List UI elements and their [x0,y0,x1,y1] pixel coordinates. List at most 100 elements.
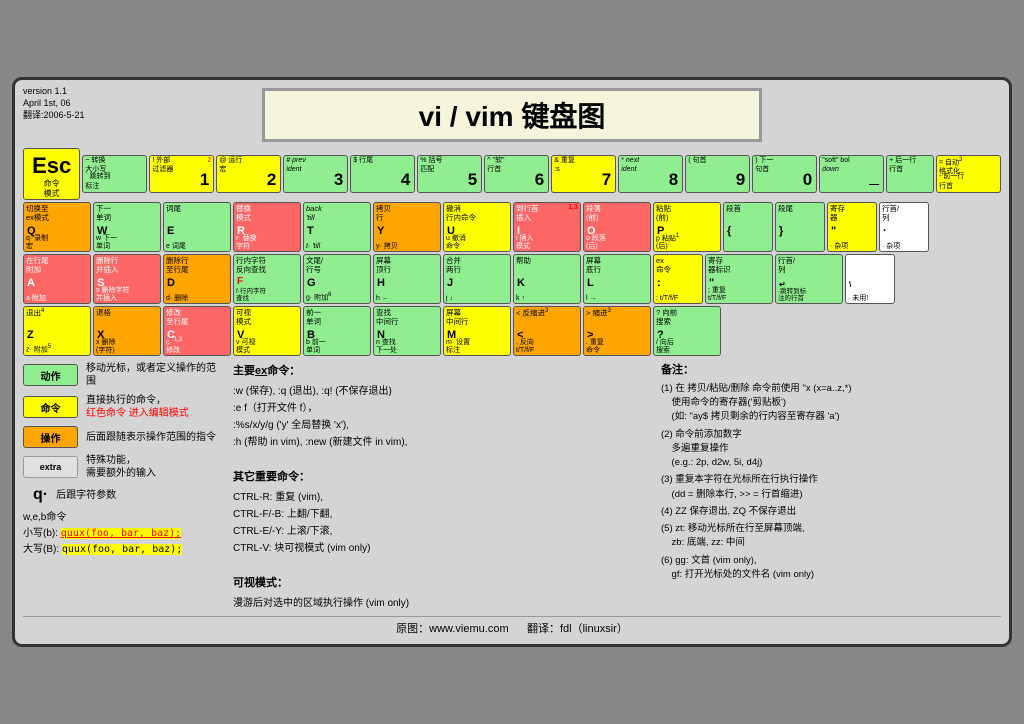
lparen-key[interactable]: ( 句首 9 [685,155,750,193]
colon-key[interactable]: ex命令 : ; t/T/f/F [653,254,703,304]
note-2: (2) 命令前添加数字 多遍重复操作 (e.g.: 2p, d2w, 5i, d… [661,428,1001,471]
web-big-b: 大写(B): quux(foo, bar, baz); [23,542,223,558]
footer-translation: 翻译：fdl（linuxsir） [527,623,628,635]
legend-cmd: 命令 直接执行的命令， 红色命令 进入编辑模式 [23,394,223,420]
y-key[interactable]: 拷贝行 Y y· 拷贝 [373,202,441,252]
h-key[interactable]: 屏幕顶行 H h ← [373,254,441,304]
esc-key[interactable]: Esc 命令模式 [23,148,80,200]
legend-action-box: 动作 [23,364,78,386]
title-box: vi / vim 键盘图 [262,88,762,142]
plus-key[interactable]: + 后一行行首 [886,155,934,193]
legend-extra-text: 特殊功能， 需要额外的输入 [86,454,156,480]
legend-extra-box: extra [23,456,78,478]
version-info: version 1.1 April 1st, 06 翻译:2006-5-21 [23,86,85,121]
info-section: 动作 移动光标，或者定义操作的范围 命令 直接执行的命令， 红色命令 进入编辑模… [23,362,1001,611]
a-key[interactable]: 在行尾附加 A a 附加 [23,254,91,304]
big-b-label: 大写(B): [23,544,59,555]
n-key[interactable]: 查找中间行 N n 查找下一处 [373,306,441,356]
legend-op-box: 操作 [23,426,78,448]
star-key[interactable]: * nextident 8 [618,155,683,193]
legend-cmd-text: 直接执行的命令， 红色命令 进入编辑模式 [86,394,189,420]
qwerty-row: 切换至ex模式 Q q· 录制宏 下一单词 W w 下一单词 词尾 E e 词尾… [23,202,1001,252]
pipe-key[interactable]: 寄存器 " · 杂项 [827,202,877,252]
title-area: vi / vim 键盘图 [23,88,1001,142]
legend-action: 动作 移动光标，或者定义操作的范围 [23,362,223,388]
o-key[interactable]: 段落(前) O o 段落(后) [583,202,651,252]
footer-original: 原图：www.viemu.com [396,623,508,635]
version-text: version 1.1 [23,86,85,98]
other-line1: CTRL-R: 重复 (vim), [233,489,651,506]
legend-q: q· 后跟字符参数 [23,486,223,504]
question-key[interactable]: ? 向前搜索 ? / 向后搜索 [653,306,721,356]
e-key[interactable]: 词尾 E e 词尾 [163,202,231,252]
z-upper-key[interactable]: 退出4 Z z· 附加5 [23,306,91,356]
note-4: (4) ZZ 保存退出, ZQ 不保存退出 [661,505,1001,519]
number-row: Esc 命令模式 ~ 转换大小写 ` 跳转到标注 ! 外部过滤器 1 2 @ 运… [23,148,1001,200]
main-container: version 1.1 April 1st, 06 翻译:2006-5-21 v… [12,77,1012,646]
other-line2: CTRL-F/-B: 上翻/下翻, [233,506,651,523]
note-3: (3) 重复本字符在光标所在行执行操作 (dd = 删除本行, >> = 行首缩… [661,473,1001,502]
backslash-key[interactable]: 行首/列 · · 杂项 [879,202,929,252]
d-key[interactable]: 删除行至行尾 D d· 删除 [163,254,231,304]
f-key[interactable]: 行内字符反向查找 F f·行内字符查找 [233,254,301,304]
legend-action-text: 移动光标，或者定义操作的范围 [86,362,223,388]
notes-area: 备注： (1) 在 拷贝/粘贴/删除 命令前使用 "x (x=a..z,*) 使… [661,362,1001,611]
m-key[interactable]: 屏幕中间行 M m· 设置标注 [443,306,511,356]
legend-area: 动作 移动光标，或者定义操作的范围 命令 直接执行的命令， 红色命令 进入编辑模… [23,362,223,611]
web-cmd-intro: w,e,b命令 [23,510,223,526]
q-key[interactable]: 切换至ex模式 Q q· 录制宏 [23,202,91,252]
lt-key[interactable]: < 反缩进3 < , 反向t/T/f/F [513,306,581,356]
footer: 原图：www.viemu.com 翻译：fdl（linuxsir） [23,616,1001,636]
asdf-row: 在行尾附加 A a 附加 删除行并插入 S s 删除字符并插入 删除行至行尾 D… [23,254,1001,304]
v-key[interactable]: 可视模式 V v 可视模式 [233,306,301,356]
c-key[interactable]: 修改至行尾 C c· 1,3修改 [163,306,231,356]
keyboard-area: Esc 命令模式 ~ 转换大小写 ` 跳转到标注 ! 外部过滤器 1 2 @ 运… [23,148,1001,356]
note-1: (1) 在 拷贝/粘贴/删除 命令前使用 "x (x=a..z,*) 使用命令的… [661,382,1001,425]
at-key[interactable]: @ 运行宏 2 [216,155,281,193]
quote-key[interactable]: 寄存器标识 " ; 重复t/T/f/F [705,254,773,304]
other-cmd-title: 其它重要命令： [233,468,651,487]
g-key[interactable]: 文尾/行号 G g· 附加6 [303,254,371,304]
cmd-line2: :e f（打开文件 f）， [233,400,651,417]
legend-extra: extra 特殊功能， 需要额外的输入 [23,454,223,480]
amp-key[interactable]: & 重复:s 7 [551,155,616,193]
legend-op-text: 后面跟随表示操作范围的指令 [86,431,216,444]
underscore-key[interactable]: "soft" boldown — [819,155,884,193]
web-cmd-area: w,e,b命令 小写(b): quux(foo, bar, baz); 大写(B… [23,510,223,558]
cmd-desc1: 直接执行的命令， [86,395,166,406]
other-line4: CTRL-V: 块可视模式 (vim only) [233,540,651,557]
backslash2-key[interactable]: \ · 未用! [845,254,895,304]
p-key[interactable]: 粘贴(前) P p 粘贴1(后) [653,202,721,252]
note-6: (6) gg: 文首 (vim only), gf: 打开光标处的文件名 (vi… [661,554,1001,583]
equals-key[interactable]: = 自动3格式化 - 前一行行首 [936,155,1001,193]
commands-area: 主要ex命令： :w (保存), :q (退出), :q! (不保存退出) :e… [233,362,651,611]
zxcv-row: 退出4 Z z· 附加5 退格 X x 删除(字符) 修改至行尾 C c· 1,… [23,306,1001,356]
rbrace-key[interactable]: 段尾 } [775,202,825,252]
k-key[interactable]: 帮助 K k ↑ [513,254,581,304]
j-key[interactable]: 合并两行 J j ↓ [443,254,511,304]
r-key[interactable]: 替换模式 R r· 替换字符 [233,202,301,252]
l-key[interactable]: 屏幕底行 L l → [583,254,651,304]
x-upper-key[interactable]: 退格 X x 删除(字符) [93,306,161,356]
gt-key[interactable]: > 缩进3 > . 重复命令 [583,306,651,356]
note-5: (5) zt: 移动光标所在行至屏幕顶端, zb: 底端, zz: 中间 [661,522,1001,551]
web-small-b: 小写(b): quux(foo, bar, baz); [23,526,223,542]
dollar-key[interactable]: $ 行尾 4 [350,155,415,193]
enter-key[interactable]: 行首/列 ↵ ·跳转到标注的行首 [775,254,843,304]
exclaim-key[interactable]: ! 外部过滤器 1 2 [149,155,214,193]
t-key[interactable]: back'till T t· 'till [303,202,371,252]
s-key[interactable]: 删除行并插入 S s 删除字符并插入 [93,254,161,304]
caret-key[interactable]: ^ "软"行首 6 [484,155,549,193]
extra-label: extra [40,462,62,472]
tilde-key[interactable]: ~ 转换大小写 ` 跳转到标注 [82,155,147,193]
w-key[interactable]: 下一单词 W w 下一单词 [93,202,161,252]
i-key[interactable]: 到行首插入 I i 插入模式 1,3 [513,202,581,252]
u-key[interactable]: 撤消行内命令 U u 撤消命令 [443,202,511,252]
percent-key[interactable]: % 括号匹配 5 [417,155,482,193]
visual-desc: 漫游后对选中的区域执行操作 (vim only) [233,595,651,612]
rparen-key[interactable]: ) 下一句首 0 [752,155,817,193]
hash-key[interactable]: # prevident 3 [283,155,348,193]
lbrace-key[interactable]: 段首 { [723,202,773,252]
b-key[interactable]: 前一单词 B b 前一单词 [303,306,371,356]
q-label: q· [33,486,48,504]
